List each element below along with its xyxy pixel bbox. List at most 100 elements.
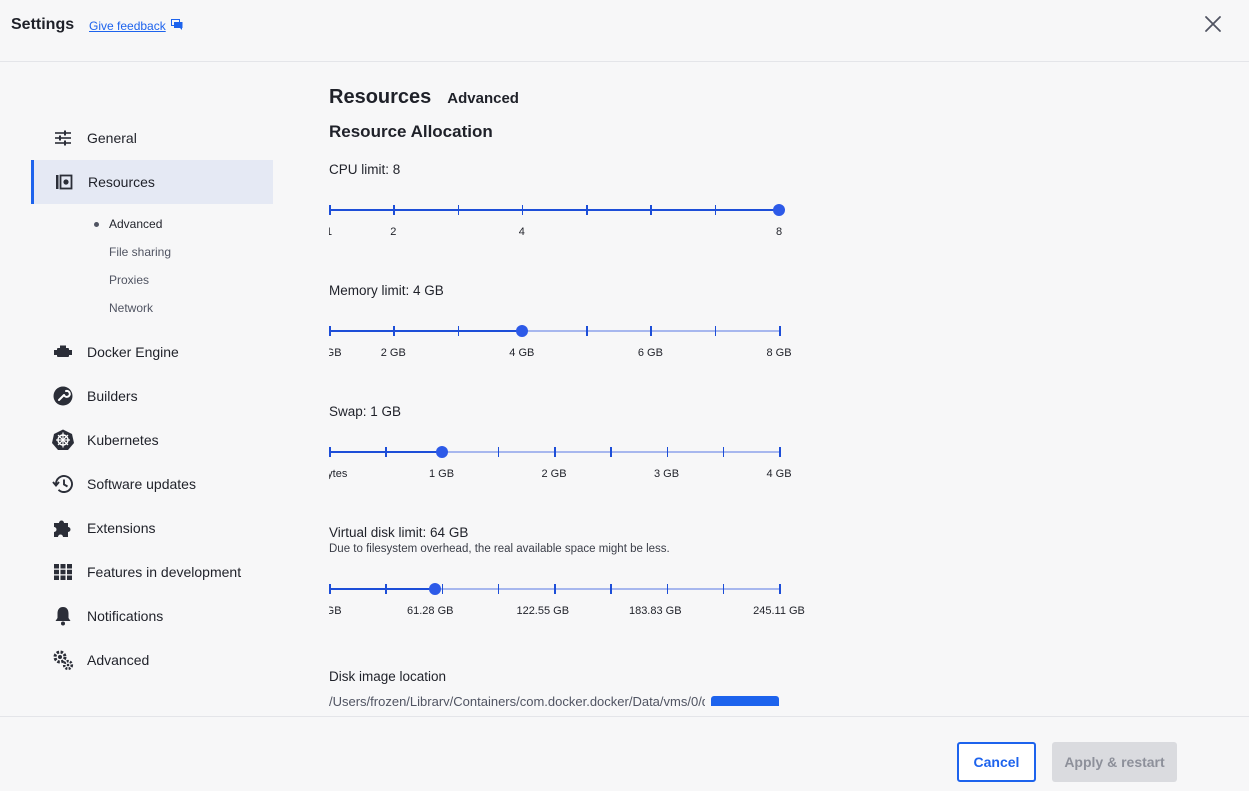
slider-tick [457, 205, 460, 215]
engine-icon [51, 340, 75, 364]
slider-tick [714, 205, 717, 215]
slider-tick [714, 326, 717, 336]
give-feedback-link[interactable]: Give feedback [89, 19, 183, 33]
memory-limit-label: Memory limit: 4 GB [329, 283, 829, 298]
slider-tick-label: 1 GB [428, 468, 455, 480]
sidebar-item-label: Features in development [87, 564, 242, 580]
slider-tick-label: 61.28 GB [407, 605, 454, 617]
slider-tick-label: 6 GB [637, 347, 663, 359]
slider-tick-label: 1 [329, 226, 332, 238]
virtual-disk-slider[interactable]: 8 GB 61.28 GB 122.55 GB 183.83 GB 245.11 GB [329, 583, 805, 628]
slider-thumb[interactable] [435, 446, 448, 458]
slider-fill [329, 209, 779, 211]
slider-tick [722, 584, 725, 594]
sidebar-item-advanced[interactable]: Advanced [31, 638, 273, 682]
memory-limit-slider[interactable]: 1 GB 2 GB 4 GB 6 GB 8 GB [329, 325, 792, 370]
sidebar-item-label: Resources [88, 174, 155, 190]
slider-thumb[interactable] [429, 583, 442, 595]
browse-button[interactable] [711, 696, 779, 706]
sidebar-subitem-network[interactable]: Network [31, 294, 273, 322]
slider-tick [457, 326, 460, 336]
sidebar-item-label: Docker Engine [87, 344, 179, 360]
sliders-icon [51, 126, 75, 150]
sidebar-item-general[interactable]: General [31, 116, 273, 160]
sidebar-item-builders[interactable]: Builders [31, 374, 273, 418]
sidebar-item-label: General [87, 130, 137, 146]
resources-submenu: Advanced File sharing Proxies Network [31, 204, 273, 330]
sidebar-item-kubernetes[interactable]: Kubernetes [31, 418, 273, 462]
slider-tick [586, 205, 588, 215]
slider-tick-label: 4 [518, 226, 525, 238]
slider-thumb[interactable] [773, 204, 785, 216]
cancel-button[interactable]: Cancel [957, 742, 1036, 782]
kubernetes-icon [51, 428, 75, 452]
sidebar-item-label: Builders [87, 388, 138, 404]
slider-tick [666, 584, 668, 594]
slider-tick [779, 447, 781, 457]
slider-tick-label: 4 GB [509, 347, 535, 359]
disk-image-location: Disk image location /Users/frozen/Librar… [329, 669, 929, 706]
sidebar-subitem-advanced[interactable]: Advanced [31, 210, 273, 238]
slider-tick [779, 584, 781, 594]
give-feedback-label: Give feedback [89, 19, 166, 33]
slider-tick-label: 183.83 GB [628, 605, 682, 617]
virtual-disk-description: Due to filesystem overhead, the real ava… [329, 543, 670, 555]
resources-icon [52, 170, 76, 194]
slider-fill [329, 330, 522, 332]
swap-label: Swap: 1 GB [329, 404, 829, 419]
slider-thumb[interactable] [515, 325, 528, 337]
slider-tick [329, 205, 331, 215]
apply-restart-button[interactable]: Apply & restart [1052, 742, 1177, 782]
sidebar-item-extensions[interactable]: Extensions [31, 506, 273, 550]
history-icon [51, 472, 75, 496]
tab-advanced[interactable]: Advanced [447, 90, 519, 107]
slider-tick-label: 2 GB [541, 468, 567, 480]
slider-tick [610, 584, 612, 594]
virtual-disk-label: Virtual disk limit: 64 GB [329, 525, 829, 540]
slider-tick-label: 2 GB [380, 347, 406, 359]
sidebar-item-resources[interactable]: Resources [31, 160, 273, 204]
slider-tick [554, 447, 556, 457]
sidebar-item-notifications[interactable]: Notifications [31, 594, 273, 638]
sidebar-subitem-label: Advanced [109, 217, 163, 231]
swap-value: 1 GB [370, 404, 402, 419]
tab-resources[interactable]: Resources [329, 86, 431, 109]
bell-icon [51, 604, 75, 628]
sidebar-item-features-in-development[interactable]: Features in development [31, 550, 273, 594]
sidebar-subitem-file-sharing[interactable]: File sharing [31, 238, 273, 266]
swap-slider[interactable]: 0 Bytes 1 GB 2 GB 3 GB 4 GB [329, 446, 792, 491]
tab-bar: Resources Advanced [329, 86, 519, 109]
settings-sidebar: General Resources Advanced File sharing … [31, 116, 273, 682]
slider-tick [441, 584, 443, 594]
active-dot [94, 222, 99, 227]
slider-tick-label: 1 GB [329, 347, 342, 359]
slider-tick-label: 3 GB [653, 468, 680, 480]
cpu-limit-slider[interactable]: 1 2 4 8 [329, 204, 789, 249]
sidebar-subitem-label: Network [109, 301, 154, 315]
swap-setting: Swap: 1 GB [329, 404, 829, 419]
memory-limit-label-text: Memory limit: [329, 283, 410, 298]
grid-icon [51, 560, 75, 584]
sidebar-item-docker-engine[interactable]: Docker Engine [31, 330, 273, 374]
sidebar-item-label: Advanced [87, 652, 150, 668]
slider-tick [650, 205, 652, 215]
sidebar-subitem-label: Proxies [109, 273, 150, 287]
settings-header: Settings Give feedback [0, 0, 1249, 62]
sidebar-subitem-proxies[interactable]: Proxies [31, 266, 273, 294]
sidebar-item-label: Extensions [87, 520, 156, 536]
cpu-limit-label-text: CPU limit: [329, 162, 389, 177]
sidebar-item-software-updates[interactable]: Software updates [31, 462, 273, 506]
sidebar-subitem-label: File sharing [109, 245, 172, 259]
slider-fill [329, 588, 436, 590]
slider-tick [497, 447, 500, 457]
virtual-disk-setting: Virtual disk limit: 64 GB Due to filesys… [329, 525, 829, 555]
disk-image-path: /Users/frozen/Library/Containers/com.doc… [329, 694, 705, 706]
close-button[interactable] [1202, 13, 1224, 35]
slider-tick [610, 447, 612, 457]
slider-tick [586, 326, 588, 336]
cpu-limit-value: 8 [392, 162, 401, 177]
virtual-disk-label-text: Virtual disk limit: [329, 525, 427, 540]
slider-tick-label: 8 GB [766, 347, 792, 359]
gears-icon [51, 648, 75, 672]
slider-tick [650, 326, 652, 336]
